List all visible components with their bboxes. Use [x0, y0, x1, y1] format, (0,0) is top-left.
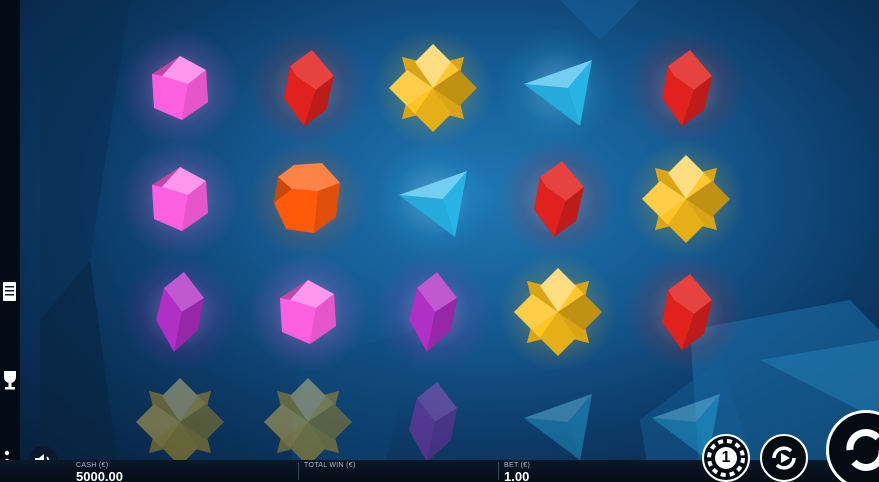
red-gem-icon	[626, 28, 746, 148]
red-gem-shape	[662, 50, 712, 126]
spin-icon	[846, 429, 879, 471]
bet-value: 1.00	[504, 469, 530, 482]
reel-grid	[0, 0, 879, 482]
pink-gem-shape	[152, 167, 208, 231]
yellow-star-gem-icon	[260, 374, 356, 470]
yellow-star-gem-icon	[132, 374, 228, 470]
bet-chip-button[interactable]: 1	[702, 434, 750, 482]
blue-triangle-gem-icon	[373, 139, 493, 259]
yellow-star-gem-shape	[642, 155, 730, 243]
cash-display: CASH (€) 5000.00	[76, 462, 123, 482]
purple-gem-icon	[385, 374, 481, 470]
paytable-button[interactable]	[0, 277, 20, 307]
yellow-star-gem-icon	[498, 252, 618, 372]
purple-gem-shape	[409, 272, 457, 352]
pink-gem-shape	[280, 280, 336, 344]
cash-value: 5000.00	[76, 469, 123, 482]
total-win-label: TOTAL WIN (€)	[304, 462, 356, 469]
purple-gem-shape	[409, 382, 457, 462]
red-gem-shape	[662, 274, 712, 350]
blue-triangle-gem-icon	[510, 374, 606, 470]
yellow-star-gem-icon	[373, 28, 493, 148]
total-win-display: TOTAL WIN (€)	[304, 462, 356, 470]
orange-gem-shape	[274, 163, 340, 233]
yellow-star-gem-shape	[514, 268, 602, 356]
pink-gem-icon	[248, 252, 368, 372]
pink-gem-shape	[152, 56, 208, 120]
blue-triangle-gem-icon	[498, 28, 618, 148]
slot-game-stage: CASH (€) 5000.00 TOTAL WIN (€) BET (€) 1…	[0, 0, 879, 482]
purple-gem-shape	[156, 272, 204, 352]
trophy-icon	[4, 371, 16, 390]
red-gem-icon	[626, 252, 746, 372]
pink-gem-icon	[120, 139, 240, 259]
divider	[498, 462, 499, 480]
blue-triangle-gem-shape	[524, 60, 592, 126]
autoplay-icon	[772, 446, 796, 470]
yellow-star-gem-shape	[264, 378, 352, 466]
blue-triangle-gem-shape	[524, 394, 592, 460]
yellow-star-gem-shape	[389, 44, 477, 132]
bet-display: BET (€) 1.00	[504, 462, 530, 482]
red-gem-icon	[498, 139, 618, 259]
orange-gem-icon	[248, 139, 368, 259]
yellow-star-gem-icon	[626, 139, 746, 259]
paytable-icon	[3, 282, 16, 301]
purple-gem-icon	[373, 252, 493, 372]
red-gem-shape	[284, 50, 334, 126]
autoplay-button[interactable]	[760, 434, 808, 482]
trophy-button[interactable]	[0, 365, 20, 395]
red-gem-shape	[534, 161, 584, 237]
pink-gem-icon	[120, 28, 240, 148]
bet-chip-label: 1	[721, 449, 731, 466]
blue-triangle-gem-shape	[399, 171, 467, 237]
red-gem-icon	[248, 28, 368, 148]
purple-gem-icon	[120, 252, 240, 372]
yellow-star-gem-shape	[136, 378, 224, 466]
divider	[298, 462, 299, 480]
